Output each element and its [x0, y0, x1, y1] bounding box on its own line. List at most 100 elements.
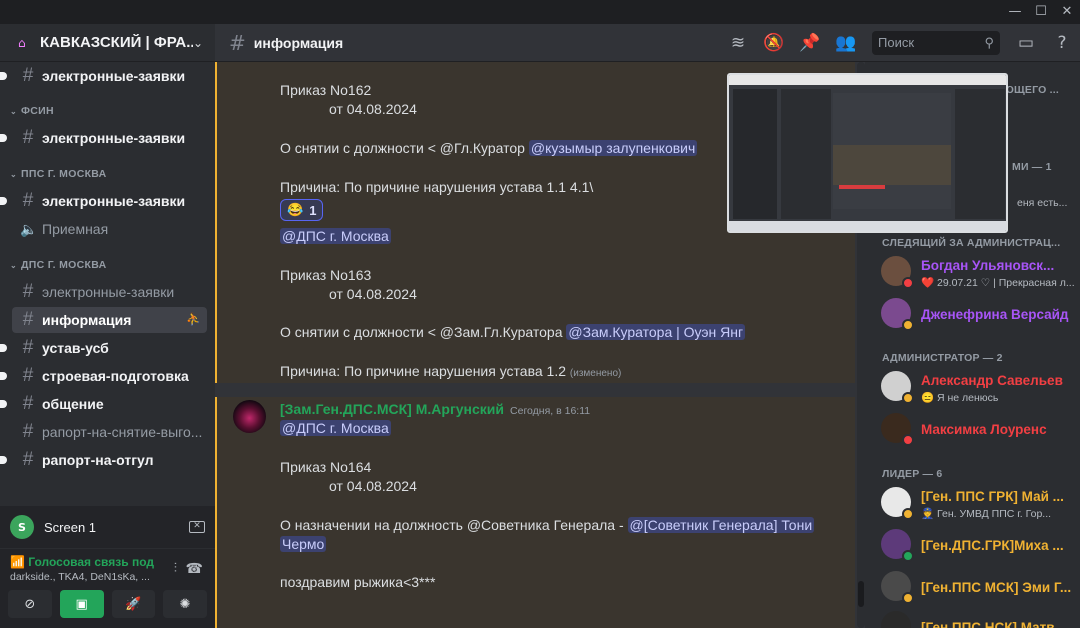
hangup-icon[interactable]: ☎: [186, 561, 203, 577]
message-text: поздравим рыжика<3***: [280, 574, 436, 590]
message-author[interactable]: [Зам.Ген.ДПС.МСК] М.Аргунский Сегодня, в …: [280, 401, 590, 417]
screen-share-label: Screen 1: [44, 519, 97, 535]
message-text: от 04.08.2024: [329, 478, 417, 494]
channel-item[interactable]: # рапорт-на-отгул: [0, 447, 207, 473]
avatar[interactable]: [233, 400, 266, 433]
camera-off-icon[interactable]: ⊘: [8, 590, 52, 618]
avatar: [881, 529, 914, 562]
preview-taskbar: [729, 221, 1006, 231]
channel-item[interactable]: # электронные-заявки: [0, 188, 207, 214]
unread-indicator: [0, 134, 7, 142]
channel-item[interactable]: # электронные-заявки: [0, 125, 207, 151]
channel-item[interactable]: # устав-усб: [0, 335, 207, 361]
avatar: [881, 487, 914, 520]
hash-icon: #: [22, 127, 34, 148]
avatar: [881, 413, 914, 446]
hash-icon: #: [22, 309, 34, 330]
channel-name: электронные-заявки: [42, 193, 186, 209]
joy-emoji: 😂: [287, 202, 304, 217]
channel-item-active[interactable]: # информация ⛹: [12, 307, 207, 333]
channel-item[interactable]: # электронные-заявки: [0, 63, 207, 89]
members-icon[interactable]: 👥: [834, 31, 858, 55]
close-window-icon[interactable]: ✕: [1057, 3, 1077, 21]
member-item[interactable]: [Ген.ДПС.ГРК]Миха ...: [881, 527, 1076, 565]
preview-titlebar: [729, 75, 1006, 85]
category-header[interactable]: ⌄ ДПС Г. МОСКВА: [0, 253, 215, 277]
member-item[interactable]: Богдан Ульяновск... ❤️ 29.07.21 ♡ | Прек…: [881, 254, 1076, 292]
hash-icon: #: [229, 30, 246, 55]
channel-name: общение: [42, 396, 104, 412]
user-mention[interactable]: @кузымыр залупенкович: [528, 140, 698, 156]
hash-icon: #: [22, 190, 34, 211]
maximize-icon[interactable]: ☐: [1031, 3, 1051, 21]
message-text: О назначении на должность @Советника Ген…: [280, 517, 815, 533]
add-member-icon[interactable]: ⛹: [186, 312, 201, 326]
voice-connection[interactable]: 📶 Голосовая связь под darkside., TKA4, D…: [0, 548, 215, 586]
member-item[interactable]: Максимка Лоуренс: [881, 411, 1076, 449]
message-text: от 04.08.2024: [329, 286, 417, 302]
channel-name: Приемная: [42, 221, 109, 237]
avatar: [881, 571, 914, 604]
hash-icon: #: [22, 65, 34, 86]
category-header[interactable]: ⌄ ППС Г. МОСКВА: [0, 162, 215, 186]
message-text: Приказ No163: [280, 267, 372, 283]
voice-panel: S Screen 1 ✕ 📶 Голосовая связь под darks…: [0, 506, 215, 628]
minimize-icon[interactable]: —: [1005, 3, 1025, 21]
soundboard-icon[interactable]: ✺: [163, 590, 207, 618]
member-item[interactable]: [Ген. ППС ГРК] Май ... 👮 Ген. УМВД ППС г…: [881, 485, 1076, 523]
voice-controls: ⊘ ▣ 🚀 ✺: [0, 586, 215, 622]
search-input[interactable]: Поиск ⚲: [872, 30, 1000, 55]
screen-share-preview[interactable]: [727, 73, 1008, 233]
category-header[interactable]: ⌄ ФСИН: [0, 99, 215, 123]
scrollbar-thumb[interactable]: [858, 581, 864, 607]
member-category: МИ — 1: [1012, 161, 1052, 173]
threads-icon[interactable]: ≋: [726, 31, 750, 55]
member-item[interactable]: [Ген.ППС НСК] Матв...: [881, 609, 1076, 628]
message-highlighted[interactable]: [Зам.Ген.ДПС.МСК] М.Аргунский Сегодня, в …: [215, 397, 855, 628]
channel-item[interactable]: # строевая-подготовка: [0, 363, 207, 389]
hash-icon: #: [22, 421, 34, 442]
voice-channel-item[interactable]: 🔈 Приемная: [12, 216, 207, 242]
hash-icon: #: [22, 393, 34, 414]
chevron-down-icon: ⌄: [192, 35, 203, 50]
reaction-count: 1: [309, 202, 317, 218]
role-mention[interactable]: @ДПС г. Москва: [280, 228, 391, 244]
screen-share-icon[interactable]: ▣: [59, 590, 104, 618]
member-name: [Ген.ДПС.ГРК]Миха ...: [921, 538, 1064, 553]
avatar: [881, 611, 911, 628]
inbox-icon[interactable]: ▭: [1014, 31, 1038, 55]
pin-icon[interactable]: 📌: [798, 31, 822, 55]
user-mention[interactable]: @[Советник Генерала] Тони: [627, 517, 815, 533]
member-item[interactable]: [Ген.ППС МСК] Эми Г...: [881, 569, 1076, 607]
chevron-down-icon: ⌄: [10, 106, 18, 116]
member-category: ЛИДЕР — 6: [882, 468, 943, 480]
stop-stream-icon[interactable]: ✕: [189, 521, 205, 533]
channel-name: электронные-заявки: [42, 284, 175, 300]
role-mention[interactable]: @ДПС г. Москва: [280, 420, 391, 436]
member-category: СЛЕДЯЩИЙ ЗА АДМИНИСТРАЦ...: [882, 237, 1061, 249]
sound-wave-icon[interactable]: ⫶: [174, 561, 177, 576]
message-text: от 04.08.2024: [329, 101, 417, 117]
mute-icon[interactable]: 🔕: [762, 31, 786, 55]
user-mention[interactable]: @Зам.Куратора | Оуэн Янг: [566, 324, 746, 340]
avatar: [881, 256, 914, 289]
channel-item[interactable]: # электронные-заявки: [12, 279, 207, 305]
unread-indicator: [0, 344, 7, 352]
message-text: О снятии с должности < @Зам.Гл.Куратора …: [280, 324, 746, 340]
reaction[interactable]: 😂 1: [280, 199, 324, 221]
screen-share-row[interactable]: S Screen 1 ✕: [0, 506, 215, 548]
channel-item[interactable]: # общение: [0, 391, 207, 417]
member-name: [Ген.ППС МСК] Эми Г...: [921, 580, 1072, 595]
member-category: ЮЩЕГО ...: [1003, 84, 1059, 96]
user-mention[interactable]: Чермо: [280, 536, 327, 552]
channel-item[interactable]: # рапорт-на-снятие-выго...: [12, 419, 207, 445]
help-icon[interactable]: ?: [1050, 31, 1074, 55]
member-item[interactable]: Александр Савельев 😑 Я не ленюсь: [881, 369, 1076, 407]
activity-icon[interactable]: 🚀: [111, 590, 156, 618]
guild-header[interactable]: ⌂ КАВКАЗСКИЙ | ФРА... ⌄: [0, 24, 215, 62]
message-text: О снятии с должности < @Гл.Куратор @кузы…: [280, 140, 698, 156]
hash-icon: #: [22, 281, 34, 302]
member-item[interactable]: Дженефрина Версайд: [881, 296, 1076, 334]
member-status: еня есть...: [1017, 197, 1068, 209]
message-text: Чермо: [280, 536, 327, 552]
